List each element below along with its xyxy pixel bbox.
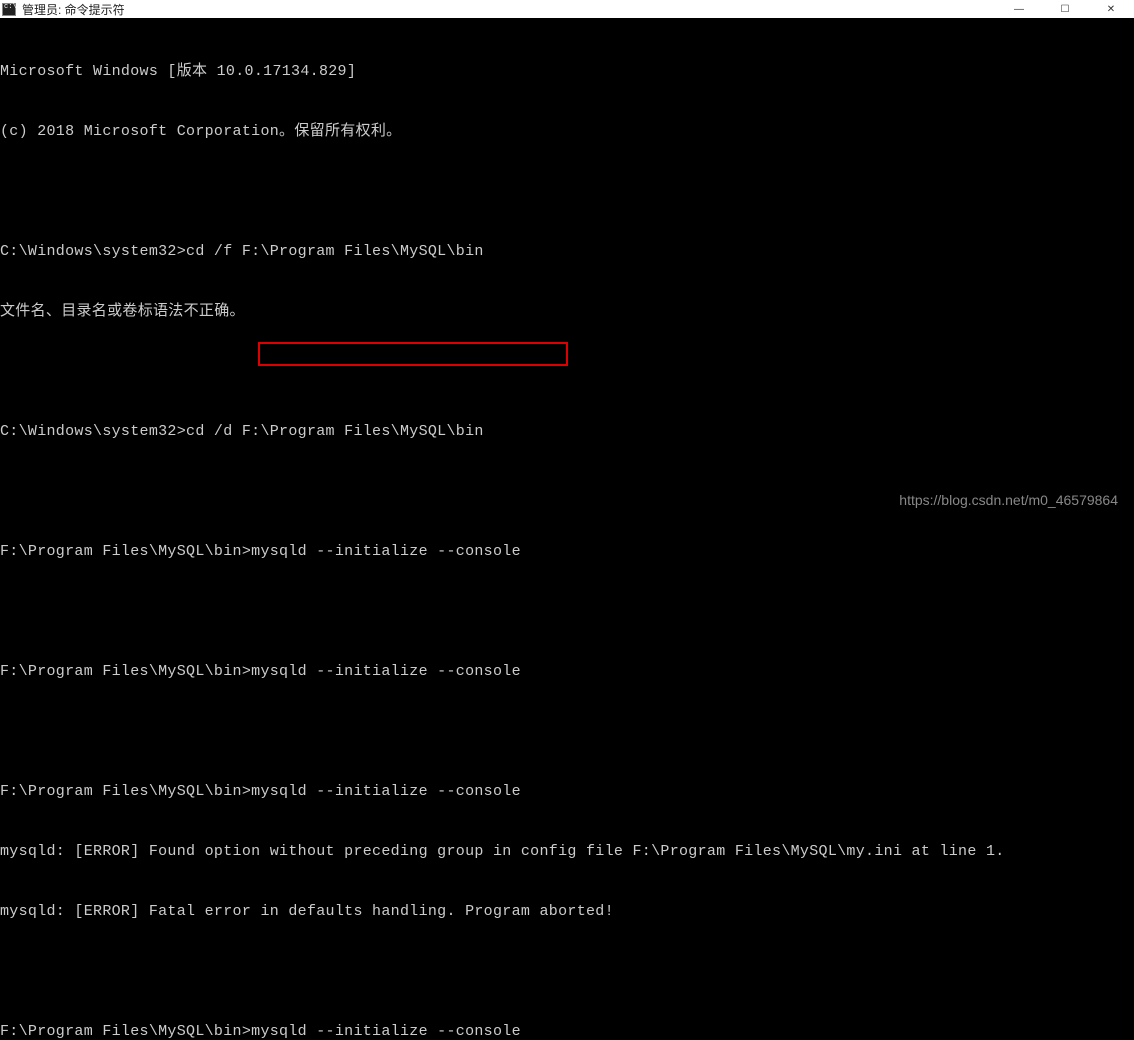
cmd-icon	[2, 3, 16, 16]
maximize-button[interactable]: ☐	[1042, 0, 1088, 18]
terminal-line: F:\Program Files\MySQL\bin>mysqld --init…	[0, 782, 1134, 802]
terminal-line: F:\Program Files\MySQL\bin>mysqld --init…	[0, 542, 1134, 562]
watermark: https://blog.csdn.net/m0_46579864	[899, 492, 1118, 508]
terminal-blank	[0, 962, 1134, 982]
terminal-line: F:\Program Files\MySQL\bin>mysqld --init…	[0, 1022, 1134, 1040]
terminal-blank	[0, 722, 1134, 742]
terminal-line: mysqld: [ERROR] Fatal error in defaults …	[0, 902, 1134, 922]
terminal-line: (c) 2018 Microsoft Corporation。保留所有权利。	[0, 122, 1134, 142]
close-button[interactable]: ✕	[1088, 0, 1134, 18]
terminal-blank	[0, 182, 1134, 202]
terminal-output[interactable]: Microsoft Windows [版本 10.0.17134.829] (c…	[0, 18, 1134, 1040]
titlebar: 管理员: 命令提示符 — ☐ ✕	[0, 0, 1134, 18]
terminal-line: C:\Windows\system32>cd /d F:\Program Fil…	[0, 422, 1134, 442]
window-controls: — ☐ ✕	[996, 0, 1134, 18]
terminal-blank	[0, 602, 1134, 622]
terminal-line: C:\Windows\system32>cd /f F:\Program Fil…	[0, 242, 1134, 262]
titlebar-left: 管理员: 命令提示符	[2, 1, 125, 18]
terminal-line: 文件名、目录名或卷标语法不正确。	[0, 302, 1134, 322]
minimize-button[interactable]: —	[996, 0, 1042, 18]
terminal-line: F:\Program Files\MySQL\bin>mysqld --init…	[0, 662, 1134, 682]
terminal-line: mysqld: [ERROR] Found option without pre…	[0, 842, 1134, 862]
terminal-blank	[0, 362, 1134, 382]
terminal-line: Microsoft Windows [版本 10.0.17134.829]	[0, 62, 1134, 82]
window-title: 管理员: 命令提示符	[22, 1, 125, 18]
